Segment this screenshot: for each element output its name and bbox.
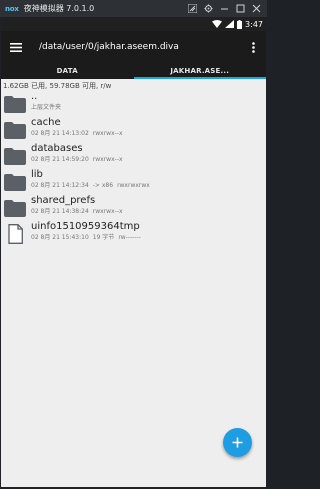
file-name: cache	[31, 117, 61, 128]
current-path: /data/user/0/jakhar.aseem.diva	[39, 42, 179, 52]
list-item-parent[interactable]: .. 上层文件夹	[1, 91, 266, 117]
folder-icon	[4, 200, 26, 217]
file-date: 02 8月 21 14:12:34	[31, 182, 89, 189]
file-date: 02 8月 21 14:38:24	[31, 208, 89, 215]
list-item-cache[interactable]: cache 02 8月 21 14:13:02 rwxrwx--x	[1, 117, 266, 143]
storage-info: 1.62GB 已用, 59.78GB 可用, r/w	[3, 82, 112, 90]
file-permissions: rwxrwx--x	[92, 130, 123, 137]
menu-button[interactable]	[1, 31, 31, 63]
signal-icon[interactable]	[185, 2, 199, 16]
status-bar: 3:47	[1, 17, 266, 31]
cellular-icon	[225, 20, 235, 28]
tab-data[interactable]: DATA	[1, 63, 134, 79]
folder-icon	[4, 122, 26, 139]
overflow-menu-button[interactable]	[246, 31, 260, 63]
symlink-target: -> x86	[92, 182, 114, 189]
file-permissions: rwxrwx--x	[92, 208, 123, 215]
file-name: ..	[31, 91, 38, 102]
app-bar: /data/user/0/jakhar.aseem.diva	[1, 31, 266, 63]
file-date: 上层文件夹	[31, 104, 62, 111]
list-item-lib[interactable]: lib 02 8月 21 14:12:34 -> x86 rwxrwxrwx	[1, 169, 266, 195]
close-icon[interactable]	[249, 2, 263, 16]
file-name: lib	[31, 169, 43, 180]
status-time: 3:47	[245, 19, 263, 29]
tab-jakhar-aseem[interactable]: JAKHAR.ASE...	[133, 63, 267, 79]
plus-icon	[232, 437, 243, 448]
hamburger-icon	[10, 42, 22, 52]
add-button[interactable]	[223, 428, 252, 457]
file-date: 02 8月 21 14:13:02	[31, 130, 89, 137]
status-icons: 3:47	[212, 17, 263, 31]
tab-bar: DATA JAKHAR.ASE...	[1, 63, 266, 79]
file-date: 02 8月 21 14:59:20	[31, 156, 89, 163]
file-icon	[8, 224, 23, 244]
file-list: .. 上层文件夹 cache 02 8月 21 14:13:02 rwxrwx--…	[1, 91, 266, 247]
file-permissions: rwxrwxrwx	[117, 182, 150, 189]
tab-label: DATA	[56, 67, 78, 75]
maximize-icon[interactable]	[233, 2, 247, 16]
file-permissions: rw-------	[118, 234, 141, 241]
settings-icon[interactable]	[201, 2, 215, 16]
list-item-uinfo-file[interactable]: uinfo1510959364tmp 02 8月 21 15:43:10 19 字…	[1, 221, 266, 247]
battery-icon	[237, 19, 243, 29]
list-item-shared-prefs[interactable]: shared_prefs 02 8月 21 14:38:24 rwxrwx--x	[1, 195, 266, 221]
android-screen: 3:47 /data/user/0/jakhar.aseem.diva DATA…	[1, 17, 266, 487]
more-vert-icon	[251, 41, 255, 53]
file-name: shared_prefs	[31, 195, 96, 206]
minimize-icon[interactable]	[217, 2, 231, 16]
list-item-databases[interactable]: databases 02 8月 21 14:59:20 rwxrwx--x	[1, 143, 266, 169]
folder-icon	[4, 96, 26, 113]
file-name: databases	[31, 143, 83, 154]
nox-logo: nox	[5, 4, 19, 13]
file-date: 02 8月 21 15:43:10	[31, 234, 89, 241]
emulator-controls	[183, 0, 263, 17]
file-permissions: rwxrwx--x	[92, 156, 123, 163]
folder-icon	[4, 174, 26, 191]
folder-icon	[4, 148, 26, 165]
wifi-icon	[212, 20, 223, 28]
tab-label: JAKHAR.ASE...	[170, 67, 230, 75]
file-name: uinfo1510959364tmp	[31, 221, 140, 232]
file-size: 19 字节	[92, 234, 115, 241]
emulator-title-bar: nox 夜神模拟器 7.0.1.0	[0, 0, 267, 17]
emulator-title: 夜神模拟器 7.0.1.0	[23, 4, 95, 13]
